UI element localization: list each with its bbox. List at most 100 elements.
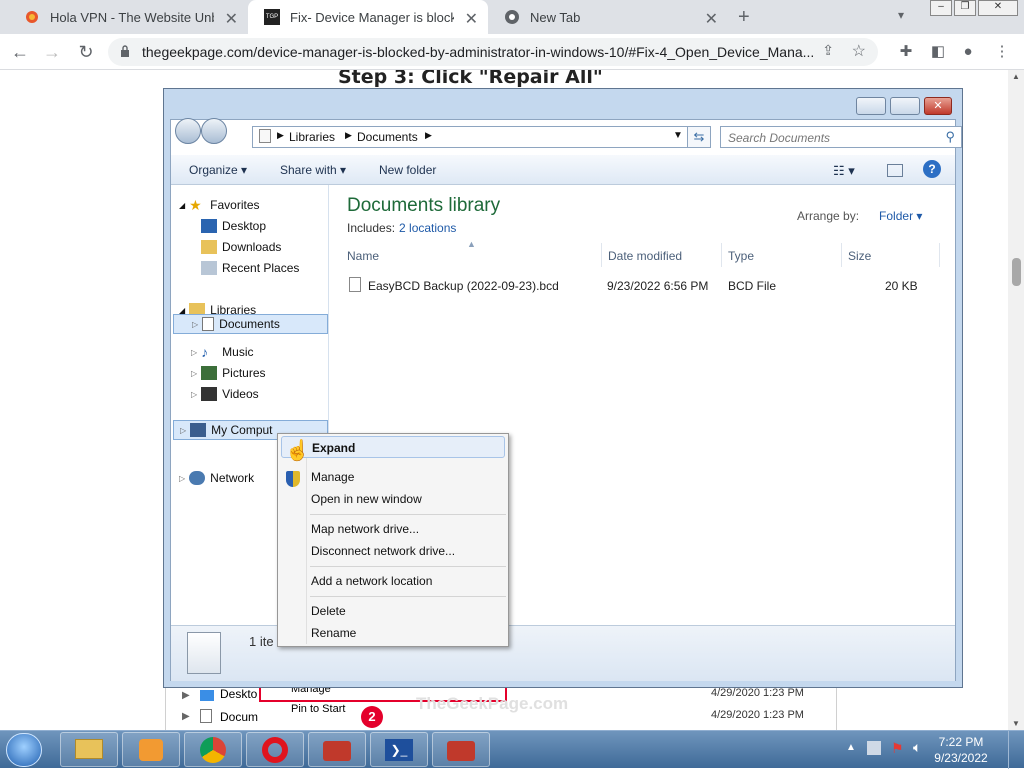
new-folder-button[interactable]: New folder bbox=[379, 163, 436, 177]
nav-pictures[interactable]: ▷ Pictures bbox=[191, 366, 266, 380]
view-options-icon[interactable]: ☷ ▾ bbox=[833, 163, 855, 179]
bookmark-star-icon[interactable]: ☆ bbox=[852, 41, 866, 61]
arrange-by-dropdown[interactable]: Folder ▾ bbox=[869, 209, 922, 223]
extensions-icon[interactable]: ✚ bbox=[894, 40, 918, 64]
locations-link[interactable]: 2 locations bbox=[399, 221, 456, 235]
scroll-up-icon[interactable]: ▲ bbox=[1012, 72, 1020, 81]
taskbar-opera[interactable] bbox=[246, 732, 304, 767]
scroll-thumb[interactable] bbox=[1012, 258, 1021, 286]
close-tab-icon[interactable]: ✕ bbox=[225, 9, 238, 29]
toolbox-icon bbox=[323, 741, 351, 761]
preview-pane-icon[interactable] bbox=[887, 164, 903, 177]
profile-icon[interactable]: ● bbox=[956, 40, 980, 64]
videos-icon bbox=[201, 387, 218, 401]
menu-item-open-new-window[interactable]: Open in new window bbox=[311, 492, 422, 506]
close-tab-icon[interactable]: ✕ bbox=[465, 9, 478, 29]
close-tab-icon[interactable]: ✕ bbox=[705, 9, 718, 29]
menu-item-disconnect-network-drive[interactable]: Disconnect network drive... bbox=[311, 544, 455, 558]
search-input[interactable]: Search Documents ⚲ bbox=[720, 126, 962, 148]
volume-icon[interactable]: 🔈︎ bbox=[913, 739, 921, 756]
tray-expand-icon[interactable]: ▲ bbox=[846, 742, 856, 753]
item-count: 1 ite bbox=[249, 634, 274, 649]
column-name[interactable]: Name bbox=[347, 249, 379, 263]
hola-icon bbox=[26, 11, 38, 23]
minimize-icon[interactable] bbox=[856, 97, 886, 115]
nav-desktop[interactable]: Desktop bbox=[201, 219, 266, 233]
powershell-icon: ❯_ bbox=[385, 739, 413, 761]
nav-favorites[interactable]: ◢ ★ Favorites bbox=[179, 198, 260, 212]
breadcrumb-documents[interactable]: Documents bbox=[357, 130, 418, 144]
help-icon[interactable]: ? bbox=[923, 160, 941, 178]
forward-icon[interactable] bbox=[201, 118, 227, 144]
address-bar[interactable]: thegeekpage.com/device-manager-is-blocke… bbox=[108, 38, 878, 66]
tab-device-manager[interactable]: TGP Fix- Device Manager is blocked b ✕ bbox=[248, 0, 488, 34]
restore-icon[interactable]: ❐ bbox=[954, 0, 976, 16]
dropdown-arrow-icon[interactable]: ▼ bbox=[673, 130, 683, 141]
file-icon bbox=[349, 277, 361, 292]
tab-search-icon[interactable]: ▾ bbox=[898, 8, 904, 22]
start-button[interactable] bbox=[6, 733, 42, 767]
command-bar: Organize ▾ Share with ▾ New folder ☷ ▾ ? bbox=[171, 155, 955, 185]
arrange-by: Arrange by: Folder ▾ bbox=[797, 209, 923, 223]
minimize-icon[interactable]: ‒ bbox=[930, 0, 952, 16]
menu-item-map-network-drive[interactable]: Map network drive... bbox=[311, 522, 419, 536]
folder-icon bbox=[75, 739, 103, 759]
maximize-icon[interactable] bbox=[890, 97, 920, 115]
url-text: thegeekpage.com/device-manager-is-blocke… bbox=[142, 44, 815, 60]
back-icon[interactable]: ← bbox=[8, 40, 32, 64]
taskbar-explorer[interactable] bbox=[60, 732, 118, 767]
organize-button[interactable]: Organize ▾ bbox=[189, 163, 247, 177]
bg-row-date: 4/29/2020 1:23 PM bbox=[711, 687, 804, 699]
network-icon bbox=[189, 471, 206, 485]
menu-item-rename[interactable]: Rename bbox=[311, 626, 356, 640]
show-desktop-button[interactable] bbox=[1008, 731, 1024, 769]
nav-recent-places[interactable]: Recent Places bbox=[201, 261, 299, 275]
column-date-modified[interactable]: Date modified bbox=[608, 249, 682, 263]
search-icon[interactable]: ⚲ bbox=[945, 129, 955, 145]
step-title: Step 3: Click "Repair All" bbox=[338, 70, 603, 88]
address-breadcrumb[interactable]: ▶ Libraries ▶ Documents ▶ ▼ bbox=[252, 126, 697, 148]
column-size[interactable]: Size bbox=[848, 249, 871, 263]
network-tray-icon[interactable] bbox=[867, 741, 881, 755]
menu-item-expand[interactable]: Expand bbox=[281, 436, 505, 458]
nav-videos[interactable]: ▷ Videos bbox=[191, 387, 259, 401]
tab-hola-vpn[interactable]: Hola VPN - The Website Unblock ✕ bbox=[8, 0, 248, 34]
nav-documents[interactable]: ▷ Documents bbox=[173, 314, 328, 334]
toolbox-icon bbox=[447, 741, 475, 761]
new-tab-icon[interactable]: + bbox=[738, 6, 750, 29]
nav-network[interactable]: ▷ Network bbox=[179, 471, 254, 485]
chrome-icon bbox=[505, 10, 519, 24]
tab-title: New Tab bbox=[530, 9, 581, 25]
taskbar-chrome[interactable] bbox=[184, 732, 242, 767]
file-date: 9/23/2022 6:56 PM bbox=[607, 279, 709, 293]
tab-new-tab[interactable]: New Tab ✕ bbox=[488, 0, 728, 34]
taskbar-toolbox-2[interactable] bbox=[432, 732, 490, 767]
action-center-icon[interactable]: ⚑ bbox=[891, 740, 904, 757]
share-icon[interactable]: ⇪ bbox=[822, 42, 834, 59]
menu-item-delete[interactable]: Delete bbox=[311, 604, 346, 618]
nav-music[interactable]: ▷ ♪ Music bbox=[191, 345, 254, 359]
back-icon[interactable] bbox=[175, 118, 201, 144]
step-badge: 2 bbox=[361, 706, 383, 728]
menu-item-manage[interactable]: Manage bbox=[311, 470, 354, 484]
bg-row-name: Docum bbox=[220, 710, 259, 724]
forward-icon[interactable]: → bbox=[40, 40, 64, 64]
breadcrumb-libraries[interactable]: Libraries bbox=[289, 130, 335, 144]
close-icon[interactable]: ✕ bbox=[924, 97, 952, 115]
menu-icon[interactable]: ⋮ bbox=[990, 40, 1014, 64]
column-type[interactable]: Type bbox=[728, 249, 754, 263]
close-window-icon[interactable]: ✕ bbox=[978, 0, 1018, 16]
side-panel-icon[interactable]: ◧ bbox=[926, 40, 950, 64]
column-divider bbox=[841, 243, 842, 267]
taskbar-media-player[interactable] bbox=[122, 732, 180, 767]
taskbar-toolbox[interactable] bbox=[308, 732, 366, 767]
share-with-button[interactable]: Share with ▾ bbox=[280, 163, 346, 177]
menu-item-add-network-location[interactable]: Add a network location bbox=[311, 574, 432, 588]
taskbar-powershell[interactable]: ❯_ bbox=[370, 732, 428, 767]
clock[interactable]: 7:22 PM 9/23/2022 bbox=[928, 734, 994, 766]
reload-icon[interactable]: ↻ bbox=[74, 40, 98, 64]
scroll-down-icon[interactable]: ▼ bbox=[1012, 719, 1020, 728]
refresh-icon[interactable]: ⇆ bbox=[687, 126, 711, 148]
page-scrollbar[interactable]: ▲ ▼ bbox=[1008, 70, 1024, 730]
nav-downloads[interactable]: Downloads bbox=[201, 240, 281, 254]
